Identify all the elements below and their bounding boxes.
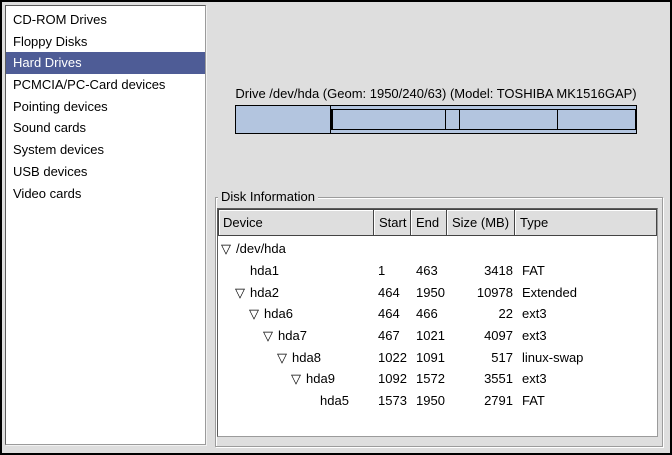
device-name: hda6 (264, 306, 293, 321)
type-cell: FAT (518, 263, 657, 278)
end-cell: 1021 (412, 328, 449, 343)
device-cell: ▽/dev/hda (218, 241, 374, 256)
tree-indent (218, 335, 262, 336)
expander-open-icon[interactable]: ▽ (262, 328, 278, 343)
table-row-hda8[interactable]: ▽hda810221091517linux-swap (218, 346, 657, 368)
expander-open-icon[interactable]: ▽ (290, 371, 306, 386)
size-cell: 22 (449, 306, 518, 321)
device-name: /dev/hda (236, 241, 286, 256)
start-cell: 464 (374, 285, 412, 300)
size-cell: 517 (449, 350, 518, 365)
tree-indent (218, 378, 290, 379)
table-row-hda7[interactable]: ▽hda746710214097ext3 (218, 325, 657, 347)
expander-open-icon[interactable]: ▽ (276, 350, 292, 365)
table-row-hda6[interactable]: ▽hda646446622ext3 (218, 303, 657, 325)
device-name: hda7 (278, 328, 307, 343)
type-cell: ext3 (518, 371, 657, 386)
device-name: hda5 (320, 393, 349, 408)
device-cell: ▽hda8 (218, 350, 374, 365)
drive-title: Drive /dev/hda (Geom: 1950/240/63) (Mode… (235, 86, 637, 101)
type-cell: Extended (518, 285, 657, 300)
sidebar-item-floppy-disks[interactable]: Floppy Disks (6, 31, 205, 53)
table-row-hda2[interactable]: ▽hda2464195010978Extended (218, 281, 657, 303)
device-name: hda9 (306, 371, 335, 386)
size-cell: 4097 (449, 328, 518, 343)
end-cell: 1572 (412, 371, 449, 386)
device-cell: ▽hda6 (218, 306, 374, 321)
end-cell: 463 (412, 263, 449, 278)
start-cell: 1573 (374, 393, 412, 408)
start-cell: 467 (374, 328, 412, 343)
device-name: hda1 (250, 263, 279, 278)
device-cell: ▽hda2 (218, 285, 374, 300)
table-row-dev-hda[interactable]: ▽/dev/hda (218, 238, 657, 260)
sidebar-list: CD-ROM DrivesFloppy DisksHard DrivesPCMC… (5, 5, 206, 445)
device-cell: hda5 (218, 393, 374, 408)
column-header-end[interactable]: End (410, 209, 447, 236)
expander-open-icon[interactable]: ▽ (234, 285, 250, 300)
sidebar-item-pcmcia-pc-card-devices[interactable]: PCMCIA/PC-Card devices (6, 74, 205, 96)
device-name: hda2 (250, 285, 279, 300)
partition-extended-hda2 (331, 109, 636, 130)
window-content: CD-ROM DrivesFloppy DisksHard DrivesPCMC… (2, 2, 670, 453)
table-header-row: DeviceStartEndSize (MB)Type (218, 209, 657, 236)
device-cell: ▽hda7 (218, 328, 374, 343)
partition-segment-hda9 (460, 110, 558, 129)
start-cell: 1 (374, 263, 412, 278)
sidebar-item-system-devices[interactable]: System devices (6, 139, 205, 161)
start-cell: 1092 (374, 371, 412, 386)
end-cell: 1091 (412, 350, 449, 365)
tree-indent (218, 400, 304, 401)
type-cell: FAT (518, 393, 657, 408)
device-cell: ▽hda9 (218, 371, 374, 386)
expander-open-icon[interactable]: ▽ (248, 306, 264, 321)
type-cell: ext3 (518, 306, 657, 321)
tree-indent (218, 357, 276, 358)
tree-indent (218, 313, 248, 314)
partition-segment-hda5 (558, 110, 635, 129)
sidebar-item-sound-cards[interactable]: Sound cards (6, 117, 205, 139)
device-name: hda8 (292, 350, 321, 365)
sidebar-item-pointing-devices[interactable]: Pointing devices (6, 96, 205, 118)
column-header-start[interactable]: Start (373, 209, 411, 236)
partition-bar (235, 105, 637, 134)
end-cell: 1950 (412, 393, 449, 408)
end-cell: 466 (412, 306, 449, 321)
table-body: ▽/dev/hdahda114633418FAT▽hda246419501097… (218, 236, 657, 412)
partition-segment-hda7 (333, 110, 446, 129)
tree-indent (218, 292, 234, 293)
type-cell: ext3 (518, 328, 657, 343)
type-cell: linux-swap (518, 350, 657, 365)
device-cell: hda1 (218, 263, 374, 278)
sidebar-item-cd-rom-drives[interactable]: CD-ROM Drives (6, 9, 205, 31)
sidebar-item-hard-drives[interactable]: Hard Drives (6, 52, 205, 74)
expander-open-icon[interactable]: ▽ (220, 241, 236, 256)
end-cell: 1950 (412, 285, 449, 300)
sidebar-item-usb-devices[interactable]: USB devices (6, 161, 205, 183)
size-cell: 10978 (449, 285, 518, 300)
size-cell: 3551 (449, 371, 518, 386)
column-header-size-mb[interactable]: Size (MB) (446, 209, 515, 236)
disk-information-table: DeviceStartEndSize (MB)Type ▽/dev/hdahda… (217, 208, 658, 437)
partition-segment-hda8 (446, 110, 460, 129)
tree-indent (218, 270, 234, 271)
disk-information-label: Disk Information (218, 189, 318, 204)
sidebar-item-video-cards[interactable]: Video cards (6, 183, 205, 205)
table-row-hda1[interactable]: hda1 14633418FAT (218, 260, 657, 282)
size-cell: 3418 (449, 263, 518, 278)
start-cell: 1022 (374, 350, 412, 365)
size-cell: 2791 (449, 393, 518, 408)
partition-segment-hda1 (236, 106, 331, 133)
start-cell: 464 (374, 306, 412, 321)
column-header-type[interactable]: Type (514, 209, 657, 236)
column-header-device[interactable]: Device (218, 209, 374, 236)
table-row-hda9[interactable]: ▽hda9109215723551ext3 (218, 368, 657, 390)
table-row-hda5[interactable]: hda5 157319502791FAT (218, 390, 657, 412)
